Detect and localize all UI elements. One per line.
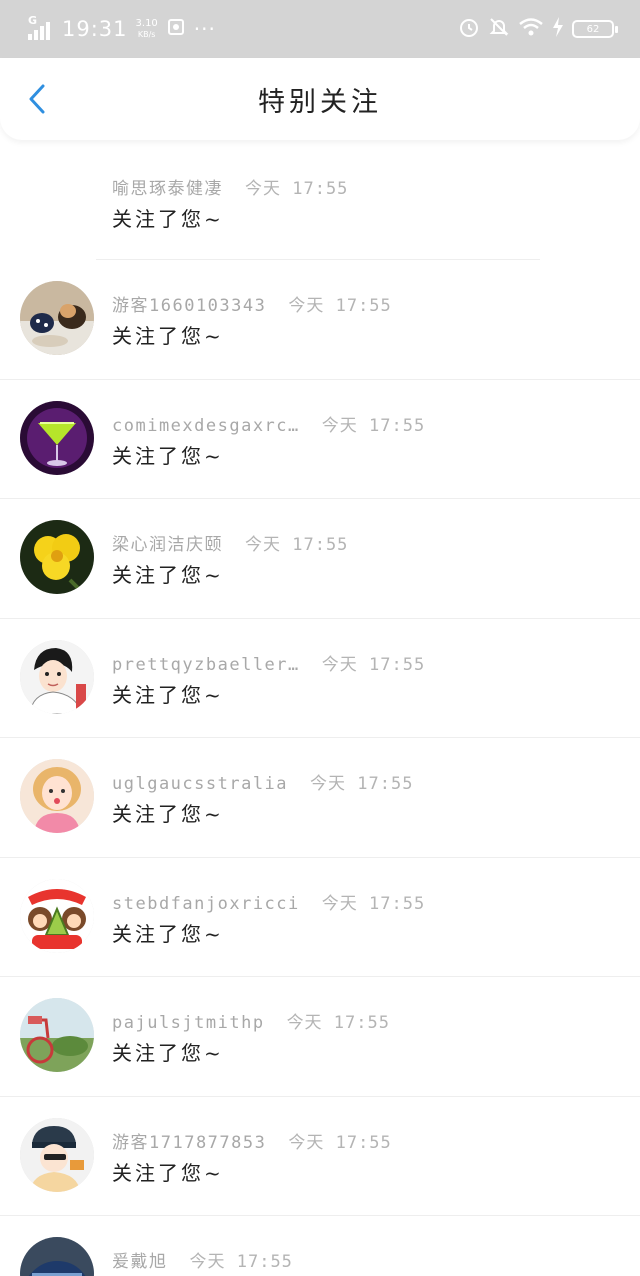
avatar[interactable]: [20, 998, 94, 1072]
notification-meta: uglgaucsstralia 今天 17:55: [112, 769, 413, 794]
avatar[interactable]: [20, 639, 94, 714]
notification-time: 今天 17:55: [321, 415, 426, 436]
wifi-icon: [518, 17, 544, 41]
notification-time: 今天 17:55: [310, 774, 414, 794]
notification-text: 关注了您~: [112, 921, 224, 946]
notification-text: 关注了您~: [112, 1041, 224, 1065]
notification-text: 关注了您~: [112, 563, 224, 587]
notification-time: 今天 17:55: [288, 1132, 392, 1153]
notification-time: 今天 17:55: [321, 893, 426, 914]
notification-item[interactable]: 喻思琢泰健凄 今天 17:55 关注了您~: [0, 140, 640, 260]
avatar[interactable]: [20, 759, 94, 833]
mute-icon: [488, 16, 510, 42]
notification-meta: 喻思琢泰健凄 今天 17:55: [112, 174, 348, 199]
notification-list: 喻思琢泰健凄 今天 17:55 关注了您~ 游客1660103343 今天 17…: [0, 140, 640, 1276]
notification-item[interactable]: 爰戴旭 今天 17:55: [0, 1216, 640, 1276]
battery-level: 62: [586, 23, 600, 35]
avatar[interactable]: [20, 400, 94, 475]
notification-time: 今天 17:55: [286, 1013, 390, 1033]
avatar[interactable]: [20, 520, 94, 594]
notification-time: 今天 17:55: [245, 535, 349, 555]
notification-time: 今天 17:55: [321, 654, 426, 675]
user-name: 喻思琢泰健凄: [112, 179, 223, 199]
notification-time: 今天 17:55: [245, 179, 349, 199]
more-notifications-icon: ···: [193, 17, 216, 41]
notification-meta: 游客1717877853 今天 17:55: [112, 1128, 392, 1153]
notification-meta: pajulsjtmithp 今天 17:55: [112, 1008, 390, 1033]
notification-item[interactable]: pajulsjtmithp 今天 17:55 关注了您~: [0, 977, 640, 1097]
notification-item[interactable]: 游客1717877853 今天 17:55 关注了您~: [0, 1097, 640, 1216]
user-name: uglgaucsstralia: [112, 774, 289, 794]
app-header: 特别关注: [0, 58, 640, 140]
user-name: 游客1717877853: [112, 1132, 267, 1153]
notification-meta: 爰戴旭 今天 17:55: [112, 1247, 293, 1272]
user-name: 梁心润洁庆颐: [112, 535, 223, 555]
notification-item[interactable]: 游客1660103343 今天 17:55 关注了您~: [0, 260, 640, 380]
back-button[interactable]: [22, 84, 52, 118]
avatar[interactable]: [20, 1117, 94, 1192]
user-name: 游客1660103343: [112, 296, 267, 316]
notification-item[interactable]: prettqyzbaeller… 今天 17:55 关注了您~: [0, 619, 640, 738]
notification-item[interactable]: comimexdesgaxrc… 今天 17:55 关注了您~: [0, 380, 640, 499]
notification-time: 今天 17:55: [288, 296, 392, 316]
notification-text: 关注了您~: [112, 682, 224, 707]
notification-item[interactable]: uglgaucsstralia 今天 17:55 关注了您~: [0, 738, 640, 858]
status-time: 19:31: [62, 17, 128, 41]
user-name: stebdfanjoxricci: [112, 893, 300, 914]
notification-text: 关注了您~: [112, 802, 224, 826]
charging-icon: [552, 17, 564, 41]
user-name: 爰戴旭: [112, 1252, 168, 1272]
avatar[interactable]: [20, 1237, 94, 1276]
network-speed: 3.10 KB/s: [136, 18, 158, 40]
notification-meta: 游客1660103343 今天 17:55: [112, 291, 392, 316]
network-speed-unit: KB/s: [137, 30, 156, 39]
notification-meta: 梁心润洁庆颐 今天 17:55: [112, 530, 348, 555]
notification-meta: prettqyzbaeller… 今天 17:55: [112, 650, 425, 675]
screenshot-icon: [166, 17, 186, 42]
user-name: pajulsjtmithp: [112, 1013, 265, 1033]
user-name: prettqyzbaeller…: [112, 654, 300, 675]
notification-time: 今天 17:55: [189, 1252, 293, 1272]
notification-text: 关注了您~: [112, 324, 224, 348]
notification-meta: stebdfanjoxricci 今天 17:55: [112, 889, 425, 914]
network-speed-value: 3.10: [135, 18, 158, 29]
notification-item[interactable]: stebdfanjoxricci 今天 17:55 关注了您~: [0, 858, 640, 977]
notification-text: 关注了您~: [112, 443, 224, 468]
status-bar-left: G 19:31 3.10 KB/s ···: [28, 14, 216, 42]
notification-text: 关注了您~: [112, 207, 224, 231]
status-bar-right: 62: [458, 16, 618, 42]
page-title: 特别关注: [258, 86, 382, 118]
alarm-icon: [458, 16, 480, 42]
notification-meta: comimexdesgaxrc… 今天 17:55: [112, 411, 425, 436]
battery-icon: 62: [572, 20, 618, 38]
chevron-left-icon: [27, 83, 47, 119]
user-name: comimexdesgaxrc…: [112, 415, 300, 436]
status-bar: G 19:31 3.10 KB/s ··· 62: [0, 0, 640, 58]
avatar[interactable]: [20, 281, 94, 355]
avatar[interactable]: [20, 878, 94, 953]
notification-item[interactable]: 梁心润洁庆颐 今天 17:55 关注了您~: [0, 499, 640, 619]
notification-text: 关注了您~: [112, 1160, 224, 1185]
signal-icon: G: [28, 14, 54, 40]
